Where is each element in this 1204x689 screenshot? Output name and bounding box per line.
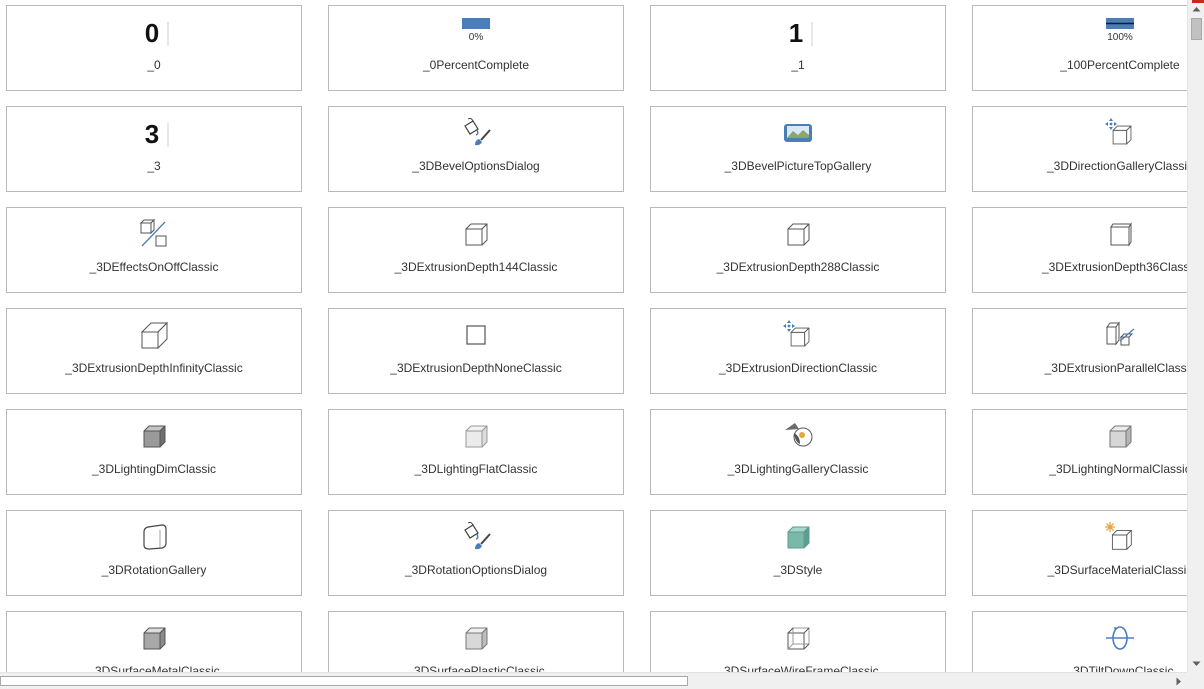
svg-text:3: 3 — [145, 119, 159, 149]
icon-tile[interactable]: _3DDirectionGalleryClassic — [972, 106, 1187, 192]
icon-tile-label: _3DSurfacePlasticClassic — [407, 664, 545, 672]
vertical-scroll-thumb[interactable] — [1191, 18, 1202, 40]
icon-tile[interactable]: _3DLightingDimClassic — [6, 409, 302, 495]
icon-tile[interactable]: _3DEffectsOnOffClassic — [6, 207, 302, 293]
cube-outline-icon — [460, 218, 492, 250]
cube-deep-icon — [138, 319, 170, 351]
icon-tile[interactable]: 100% _100PercentComplete — [972, 5, 1187, 91]
icon-tile-label: _3DStyle — [773, 563, 823, 577]
paint-bucket-brush-icon — [460, 117, 492, 149]
icon-tile-label: _3DBevelPictureTopGallery — [724, 159, 872, 173]
icon-tile-label: _3DTiltDownClassic — [1066, 664, 1174, 672]
icon-tile[interactable]: _3DExtrusionDirectionClassic — [650, 308, 946, 394]
icon-tile-label: _3DLightingGalleryClassic — [727, 462, 869, 476]
icon-tile[interactable]: _3DSurfaceMaterialClassic — [972, 510, 1187, 596]
icon-tile[interactable]: _3DSurfaceWireFrameClassic — [650, 611, 946, 672]
icon-tile[interactable]: _3DExtrusionDepthInfinityClassic — [6, 308, 302, 394]
icon-tile[interactable]: _3DRotationOptionsDialog — [328, 510, 624, 596]
icon-tile-label: _3DDirectionGalleryClassic — [1046, 159, 1187, 173]
icon-tile[interactable]: _3DStyle — [650, 510, 946, 596]
icon-tile[interactable]: 0 _0 — [6, 5, 302, 91]
cube-metal-icon — [138, 622, 170, 654]
icon-tile-label: _3DRotationOptionsDialog — [404, 563, 548, 577]
window-edge-marker — [1192, 0, 1204, 3]
icon-tile[interactable]: _3DExtrusionDepthNoneClassic — [328, 308, 624, 394]
paint-bucket-brush-icon — [460, 521, 492, 553]
icon-tile-label: _3DSurfaceMaterialClassic — [1047, 563, 1187, 577]
cube-sparkle-icon — [1104, 521, 1136, 553]
icon-tile[interactable]: _3DBevelPictureTopGallery — [650, 106, 946, 192]
icon-tile-label: _3DExtrusionDirectionClassic — [718, 361, 878, 375]
icon-tile[interactable]: 3 _3 — [6, 106, 302, 192]
icon-tile-label: _3DExtrusionDepth288Classic — [716, 260, 880, 274]
icon-tile[interactable]: _3DRotationGallery — [6, 510, 302, 596]
cube-direction-icon — [782, 319, 814, 351]
svg-text:100%: 100% — [1107, 32, 1133, 43]
scroll-right-arrow-icon[interactable] — [1170, 673, 1187, 689]
horizontal-scroll-thumb[interactable] — [0, 676, 688, 686]
square-outline-icon — [460, 319, 492, 351]
icon-tile-label: _3DBevelOptionsDialog — [412, 159, 540, 173]
digit-three-icon: 3 — [138, 117, 170, 149]
svg-text:0%: 0% — [469, 32, 484, 43]
cube-dark-gray-icon — [138, 420, 170, 452]
icon-tile[interactable]: _3DExtrusionDepth144Classic — [328, 207, 624, 293]
icon-tile[interactable]: 0% _0PercentComplete — [328, 5, 624, 91]
icon-tile[interactable]: _3DLightingFlatClassic — [328, 409, 624, 495]
icon-tile[interactable]: _3DTiltDownClassic — [972, 611, 1187, 672]
icon-tile-label: _3DSurfaceWireFrameClassic — [717, 664, 879, 672]
rotate-axis-icon — [1104, 622, 1136, 654]
icon-tile-label: _3DRotationGallery — [101, 563, 207, 577]
icon-tile[interactable]: _3DExtrusionDepth36Classic — [972, 207, 1187, 293]
scroll-down-arrow-icon[interactable] — [1188, 655, 1204, 672]
vertical-scrollbar[interactable] — [1187, 0, 1204, 672]
spotlight-icon — [782, 420, 814, 452]
icon-tile-label: _3DExtrusionDepthNoneClassic — [390, 361, 562, 375]
cube-direction-icon — [1104, 117, 1136, 149]
cube-wireframe-icon — [782, 622, 814, 654]
icon-tile[interactable]: _3DBevelOptionsDialog — [328, 106, 624, 192]
icon-gallery: 0 _0 0% _0PercentComplete 1 _1 100% _100Percent… — [0, 0, 1187, 672]
icon-tile-label: _100PercentComplete — [1060, 58, 1180, 72]
cube-outline-icon — [782, 218, 814, 250]
icon-tile[interactable]: _3DExtrusionDepth288Classic — [650, 207, 946, 293]
icon-tile-label: _3DSurfaceMetalClassic — [88, 664, 220, 672]
icon-tile-label: _3DLightingDimClassic — [91, 462, 217, 476]
icon-tile-label: _3 — [147, 159, 161, 173]
icon-tile[interactable]: _3DLightingGalleryClassic — [650, 409, 946, 495]
cube-plastic-icon — [460, 622, 492, 654]
horizontal-scrollbar[interactable] — [0, 672, 1187, 689]
svg-text:1: 1 — [789, 18, 803, 48]
icon-tile[interactable]: _3DSurfacePlasticClassic — [328, 611, 624, 672]
cube-shallow-icon — [1104, 218, 1136, 250]
icon-tile-label: _0PercentComplete — [422, 58, 530, 72]
rounded-cube-icon — [138, 521, 170, 553]
progress-full-percent-icon: 100% — [1104, 16, 1136, 48]
cube-on-off-icon — [138, 218, 170, 250]
icon-tile[interactable]: _3DSurfaceMetalClassic — [6, 611, 302, 672]
icon-tile[interactable]: 1 _1 — [650, 5, 946, 91]
icon-tile-label: _1 — [791, 58, 805, 72]
icon-tile[interactable]: _3DLightingNormalClassic — [972, 409, 1187, 495]
icon-tile-label: _3DExtrusionParallelClassic — [1044, 361, 1187, 375]
icon-tile[interactable]: _3DExtrusionParallelClassic — [972, 308, 1187, 394]
progress-zero-percent-icon: 0% — [460, 16, 492, 48]
icon-tile-label: _3DExtrusionDepth36Classic — [1041, 260, 1187, 274]
digit-one-icon: 1 — [782, 16, 814, 48]
cube-parallel-icon — [1104, 319, 1136, 351]
cube-light-gray-icon — [460, 420, 492, 452]
scrollbar-corner — [1187, 672, 1204, 689]
icon-tile-label: _3DEffectsOnOffClassic — [89, 260, 219, 274]
icon-tile-label: _3DLightingNormalClassic — [1049, 462, 1187, 476]
icon-tile-label: _0 — [147, 58, 161, 72]
icon-tile-label: _3DExtrusionDepthInfinityClassic — [65, 361, 243, 375]
cube-teal-icon — [782, 521, 814, 553]
svg-text:0: 0 — [145, 18, 159, 48]
icon-tile-label: _3DLightingFlatClassic — [414, 462, 538, 476]
icon-tile-label: _3DExtrusionDepth144Classic — [394, 260, 558, 274]
bevel-picture-icon — [782, 117, 814, 149]
digit-zero-icon: 0 — [138, 16, 170, 48]
cube-gray-icon — [1104, 420, 1136, 452]
